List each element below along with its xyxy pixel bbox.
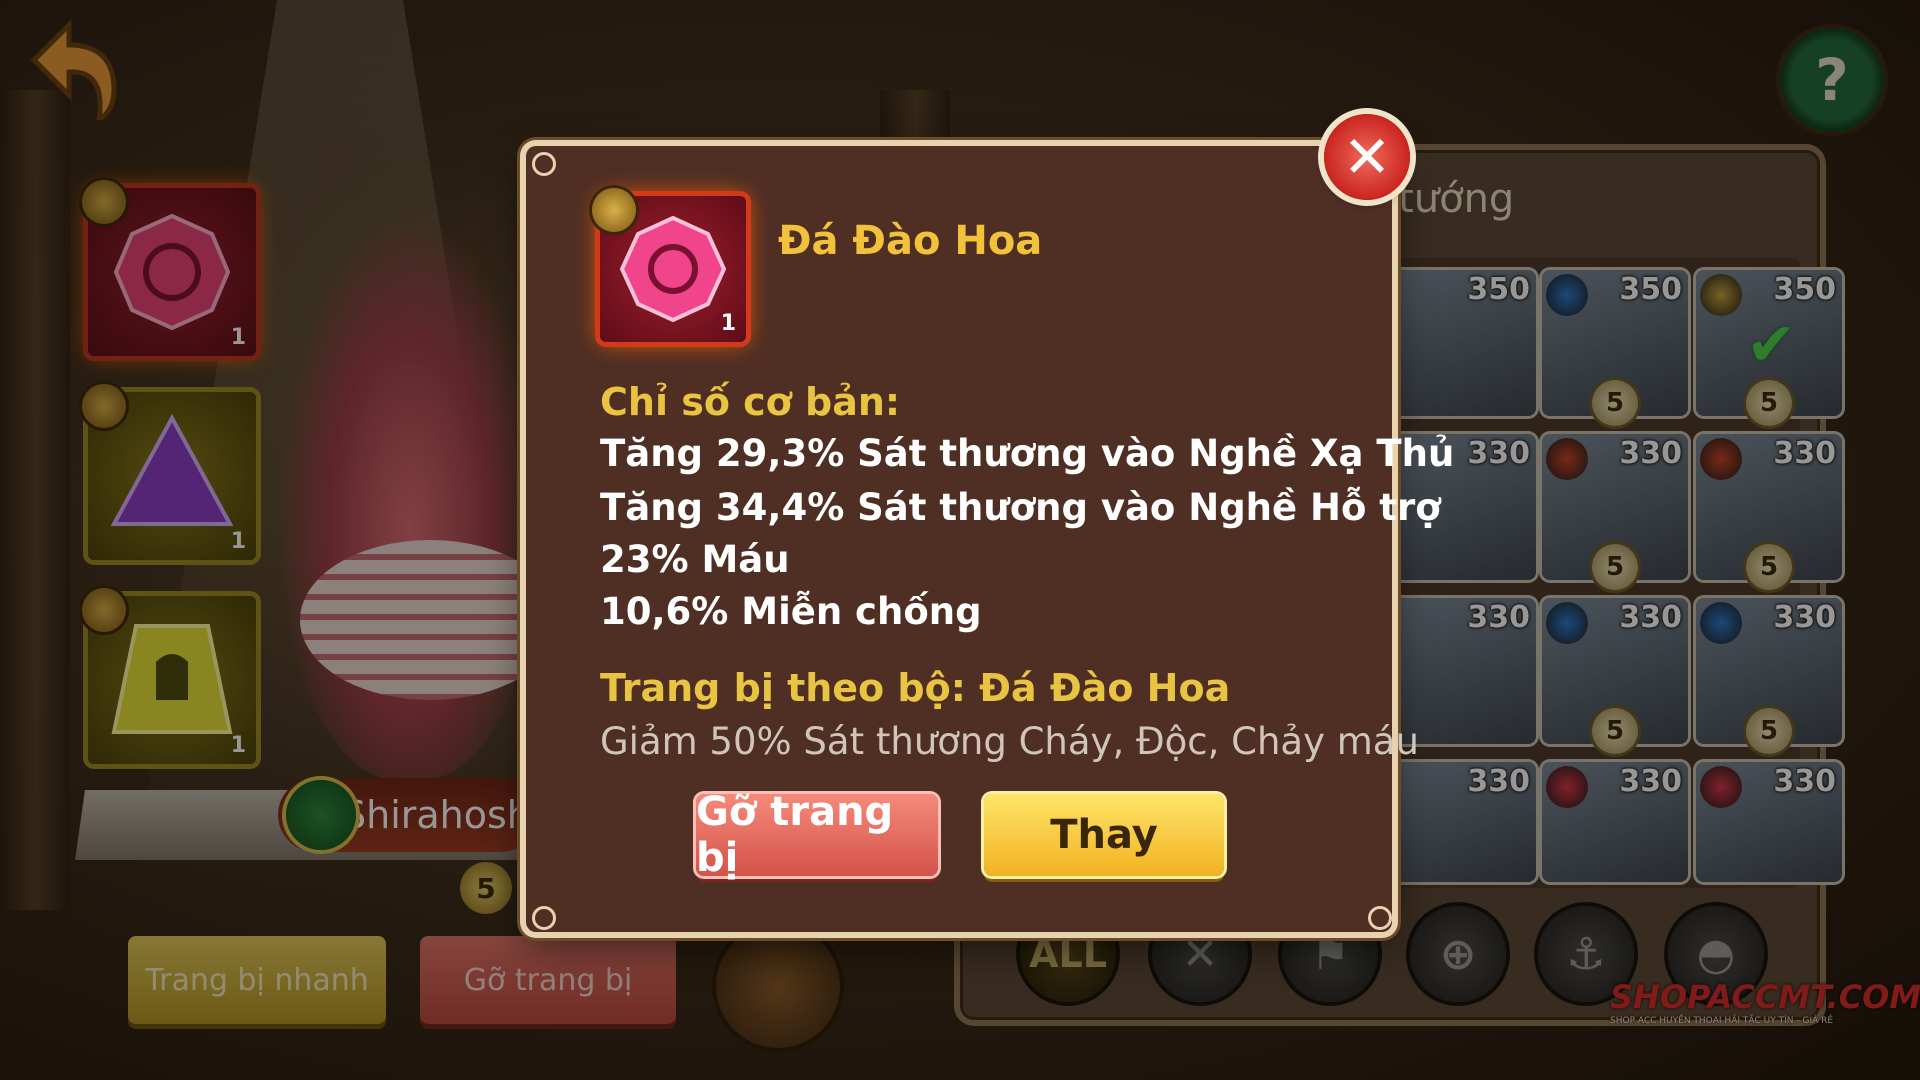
hero-star-badge: 5 bbox=[460, 862, 512, 914]
hero-name: Shirahoshi bbox=[342, 793, 538, 837]
unequip-all-button[interactable]: Gỡ trang bị bbox=[420, 936, 676, 1024]
gem-slot-1[interactable]: 1 bbox=[82, 180, 256, 356]
gem-slot-3[interactable]: 1 bbox=[82, 588, 256, 764]
hero-power: 330 bbox=[1773, 600, 1836, 635]
slot-level: 1 bbox=[230, 733, 246, 758]
close-icon: ✕ bbox=[1342, 123, 1392, 191]
help-button[interactable]: ? bbox=[1780, 28, 1884, 132]
base-stats-title: Chỉ số cơ bản: bbox=[600, 380, 901, 424]
modal-corner bbox=[1368, 906, 1392, 930]
unequip-button[interactable]: Gỡ trang bị bbox=[696, 789, 938, 881]
hero-power: 330 bbox=[1619, 764, 1682, 799]
modal-corner bbox=[532, 906, 556, 930]
watermark: SHOPACCMT.COM SHOP ACC HUYỀN THOẠI HẢI T… bbox=[1610, 978, 1920, 1042]
hero-card[interactable]: 330 5 bbox=[1696, 434, 1842, 590]
stat-line: 23% Máu bbox=[600, 538, 790, 581]
heart-class-icon bbox=[1700, 766, 1742, 808]
hero-card[interactable]: 350 ✔ 5 bbox=[1696, 270, 1842, 426]
hero-power: 330 bbox=[1619, 436, 1682, 471]
target-filter-icon[interactable]: ⊕ bbox=[1410, 906, 1506, 1002]
hero-star-badge: 5 bbox=[1746, 708, 1792, 754]
slot-level: 1 bbox=[230, 529, 246, 554]
hero-card[interactable]: 330 5 bbox=[1696, 598, 1842, 754]
watermark-subtitle: SHOP ACC HUYỀN THOẠI HẢI TẶC UY TÍN - GI… bbox=[1610, 1016, 1834, 1026]
replace-button[interactable]: Thay bbox=[984, 794, 1224, 876]
quick-equip-button[interactable]: Trang bị nhanh bbox=[128, 936, 386, 1024]
hero-star-badge: 5 bbox=[1746, 380, 1792, 426]
water-class-icon bbox=[1546, 274, 1588, 316]
question-icon: ? bbox=[1815, 46, 1849, 114]
check-icon: ✔ bbox=[1746, 310, 1797, 380]
hero-power: 330 bbox=[1773, 764, 1836, 799]
gem-slot-2[interactable]: 1 bbox=[82, 384, 256, 560]
water-class-icon bbox=[1700, 602, 1742, 644]
hero-power: 350 bbox=[1467, 272, 1530, 307]
hero-star-badge: 5 bbox=[1592, 380, 1638, 426]
modal-corner bbox=[532, 152, 556, 176]
set-bonus-desc: Giảm 50% Sát thương Cháy, Độc, Chảy máu bbox=[600, 720, 1419, 763]
hero-dress bbox=[300, 540, 560, 700]
stat-line: Tăng 29,3% Sát thương vào Nghề Xạ Thủ bbox=[600, 432, 1455, 475]
close-button[interactable]: ✕ bbox=[1324, 114, 1410, 200]
fist-class-icon bbox=[1546, 438, 1588, 480]
hero-star-badge: 5 bbox=[1592, 544, 1638, 590]
hero-class-emblem bbox=[286, 780, 356, 850]
hero-card[interactable]: 330 5 bbox=[1542, 434, 1688, 590]
gem-preview: 1 bbox=[592, 188, 746, 342]
bag-button[interactable] bbox=[716, 924, 840, 1048]
hero-power: 330 bbox=[1467, 436, 1530, 471]
fist-class-icon bbox=[1700, 438, 1742, 480]
gem-name: Đá Đào Hoa bbox=[778, 218, 1043, 264]
stat-line: Tăng 34,4% Sát thương vào Nghề Hỗ trợ bbox=[600, 486, 1441, 529]
hero-card[interactable]: 330 bbox=[1696, 762, 1842, 882]
hero-card[interactable]: 330 bbox=[1542, 762, 1688, 882]
hero-star-badge: 5 bbox=[1746, 544, 1792, 590]
hero-star-badge: 5 bbox=[1592, 708, 1638, 754]
gem-level: 1 bbox=[720, 311, 736, 336]
helmet-badge-icon bbox=[82, 180, 126, 224]
hero-card[interactable]: 350 5 bbox=[1542, 270, 1688, 426]
hero-card[interactable]: 350 bbox=[1390, 270, 1536, 416]
background-pillar bbox=[0, 90, 70, 910]
heart-class-icon bbox=[1546, 766, 1588, 808]
helmet-badge-icon bbox=[592, 188, 636, 232]
hero-power: 330 bbox=[1467, 600, 1530, 635]
hero-card[interactable]: 330 5 bbox=[1542, 598, 1688, 754]
hero-power: 350 bbox=[1619, 272, 1682, 307]
watermark-title: SHOPACCMT.COM bbox=[1610, 978, 1920, 1016]
water-class-icon bbox=[1546, 602, 1588, 644]
hero-power: 330 bbox=[1773, 436, 1836, 471]
stat-line: 10,6% Miễn chống bbox=[600, 590, 982, 633]
gold-class-icon bbox=[1700, 274, 1742, 316]
hero-card[interactable]: 330 bbox=[1390, 762, 1536, 882]
back-button[interactable] bbox=[14, 10, 124, 126]
helmet-badge-icon bbox=[82, 384, 126, 428]
hero-power: 350 bbox=[1773, 272, 1836, 307]
back-arrow-icon bbox=[30, 18, 117, 126]
set-bonus-title: Trang bị theo bộ: Đá Đào Hoa bbox=[600, 666, 1231, 710]
hero-power: 330 bbox=[1619, 600, 1682, 635]
hero-power: 330 bbox=[1467, 764, 1530, 799]
helmet-badge-icon bbox=[82, 588, 126, 632]
hero-star-count: 5 bbox=[476, 871, 496, 905]
slot-level: 1 bbox=[230, 325, 246, 350]
